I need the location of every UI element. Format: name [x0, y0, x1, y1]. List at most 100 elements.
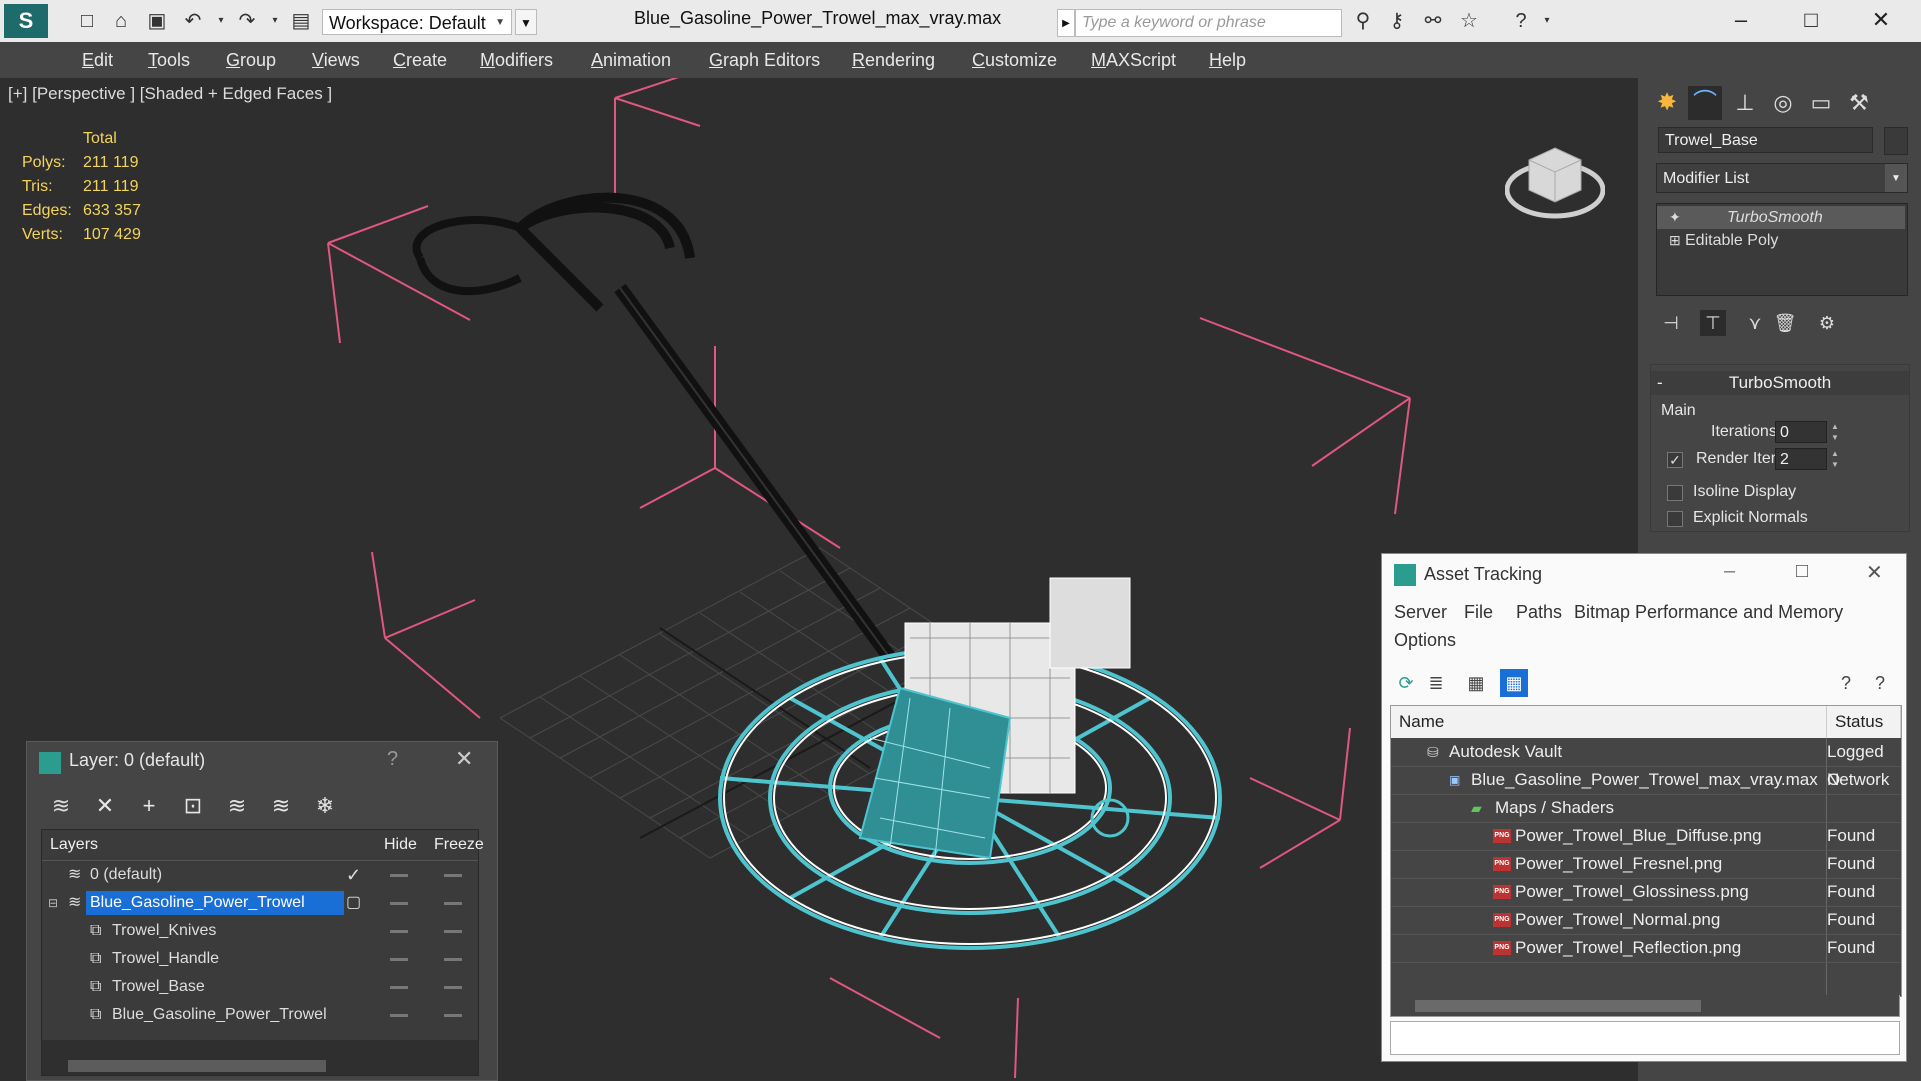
- column-header-name[interactable]: Name: [1391, 706, 1827, 738]
- render-iters-checkbox[interactable]: ✓: [1667, 452, 1683, 468]
- menu-tools[interactable]: Tools: [148, 50, 190, 71]
- workspace-select[interactable]: Workspace: Default ▼: [322, 9, 512, 35]
- spinner-arrows-icon[interactable]: ▲ ▼: [1829, 421, 1841, 443]
- select-layer-objects-icon[interactable]: ⊡: [179, 792, 207, 820]
- search-input[interactable]: [1075, 9, 1342, 37]
- menu-customize[interactable]: Customize: [972, 50, 1057, 71]
- pin-stack-icon[interactable]: ⊣: [1658, 310, 1684, 336]
- minimize-icon[interactable]: –: [1718, 4, 1764, 36]
- close-icon[interactable]: ✕: [455, 746, 473, 772]
- project-folder-icon[interactable]: ▤: [288, 8, 314, 34]
- menu-help[interactable]: Help: [1209, 50, 1246, 71]
- workspace-menu-icon[interactable]: ▼: [515, 9, 537, 35]
- menu-options[interactable]: Options: [1394, 630, 1456, 651]
- object-row[interactable]: ⧉ Trowel_Knives: [42, 917, 478, 945]
- vault-settings-icon[interactable]: ?: [1866, 669, 1894, 697]
- active-layer-check-icon[interactable]: ✓: [346, 861, 361, 889]
- hide-toggle[interactable]: [390, 986, 408, 989]
- minimize-icon[interactable]: –: [1724, 560, 1735, 583]
- search-expand-icon[interactable]: ▶: [1057, 9, 1075, 37]
- layer-scrollbar-thumb[interactable]: [68, 1060, 326, 1072]
- asset-row[interactable]: ▰ Maps / Shaders: [1391, 794, 1901, 823]
- refresh-icon[interactable]: ⟳: [1392, 669, 1420, 697]
- freeze-all-layers-icon[interactable]: ❄: [311, 792, 339, 820]
- hide-toggle[interactable]: [390, 902, 408, 905]
- menu-bitmap-performance[interactable]: Bitmap Performance and Memory: [1574, 602, 1843, 623]
- column-header-status[interactable]: Status: [1827, 706, 1901, 738]
- undo-icon[interactable]: ↶: [180, 8, 206, 34]
- key-icon[interactable]: ⚷: [1384, 8, 1410, 34]
- asset-row[interactable]: PNG Power_Trowel_Reflection.png Found: [1391, 934, 1901, 963]
- menu-file[interactable]: File: [1464, 602, 1493, 623]
- list-view-icon[interactable]: ≣: [1422, 669, 1450, 697]
- hide-toggle[interactable]: [390, 1014, 408, 1017]
- maximize-icon[interactable]: □: [1796, 560, 1808, 583]
- binoculars-icon[interactable]: ⚲: [1350, 8, 1376, 34]
- configure-sets-icon[interactable]: ⚙: [1814, 310, 1840, 336]
- column-header-layers[interactable]: Layers: [50, 830, 98, 860]
- hide-toggle[interactable]: [390, 958, 408, 961]
- set-active-icon[interactable]: ▢: [346, 889, 361, 917]
- layer-row[interactable]: ⊟ ≋ Blue_Gasoline_Power_Trowel ▢: [42, 889, 478, 917]
- help-button[interactable]: ?: [387, 748, 398, 771]
- close-icon[interactable]: ✕: [1858, 4, 1904, 36]
- remove-modifier-icon[interactable]: 🗑: [1772, 310, 1798, 336]
- make-unique-icon[interactable]: ⋎: [1742, 310, 1768, 336]
- layer-scrollbar-track[interactable]: [42, 1040, 478, 1075]
- modify-tab-icon[interactable]: ⌒: [1688, 86, 1722, 120]
- collapse-minus-icon[interactable]: ⊟: [48, 889, 58, 917]
- spinner-arrows-icon[interactable]: ▲ ▼: [1829, 448, 1841, 470]
- object-row[interactable]: ⧉ Trowel_Handle: [42, 945, 478, 973]
- expand-plus-icon[interactable]: ⊞: [1669, 229, 1681, 252]
- exchange-icon[interactable]: ⚯: [1420, 8, 1446, 34]
- hide-toggle[interactable]: [390, 930, 408, 933]
- object-row[interactable]: ⧉ Blue_Gasoline_Power_Trowel: [42, 1001, 478, 1029]
- asset-row[interactable]: PNG Power_Trowel_Fresnel.png Found: [1391, 850, 1901, 879]
- hide-all-layers-icon[interactable]: ≋: [267, 792, 295, 820]
- favorites-star-icon[interactable]: ☆: [1456, 8, 1482, 34]
- stack-item-editable-poly[interactable]: ⊞ Editable Poly: [1657, 229, 1905, 252]
- menu-graph-editors[interactable]: Graph Editors: [709, 50, 820, 71]
- asset-scrollbar-track[interactable]: [1390, 995, 1900, 1017]
- app-logo-icon[interactable]: S: [4, 4, 48, 38]
- add-to-layer-icon[interactable]: +: [135, 792, 163, 820]
- layer-row[interactable]: ≋ 0 (default) ✓: [42, 861, 478, 889]
- menu-group[interactable]: Group: [226, 50, 276, 71]
- highlight-selected-icon[interactable]: ≋: [223, 792, 251, 820]
- column-header-freeze[interactable]: Freeze: [434, 830, 484, 860]
- rollout-header[interactable]: - TurboSmooth: [1651, 371, 1909, 395]
- freeze-toggle[interactable]: [444, 986, 462, 989]
- table-view-icon[interactable]: ▦: [1500, 669, 1528, 697]
- isoline-display-checkbox[interactable]: [1667, 485, 1683, 501]
- menu-modifiers[interactable]: Modifiers: [480, 50, 553, 71]
- close-icon[interactable]: ✕: [1866, 560, 1883, 585]
- menu-create[interactable]: Create: [393, 50, 447, 71]
- freeze-toggle[interactable]: [444, 930, 462, 933]
- asset-row[interactable]: PNG Power_Trowel_Blue_Diffuse.png Found: [1391, 822, 1901, 851]
- object-name-field[interactable]: Trowel_Base: [1658, 127, 1873, 153]
- stack-item-turbosmooth[interactable]: ✦ TurboSmooth: [1657, 206, 1905, 229]
- column-header-hide[interactable]: Hide: [384, 830, 417, 860]
- tree-view-icon[interactable]: ▦: [1462, 669, 1490, 697]
- vault-help-icon[interactable]: ?: [1832, 669, 1860, 697]
- asset-row[interactable]: ▣ Blue_Gasoline_Power_Trowel_max_vray.ma…: [1391, 766, 1901, 795]
- save-file-icon[interactable]: ▣: [144, 8, 170, 34]
- redo-dropdown-icon[interactable]: ▾: [262, 8, 288, 34]
- menu-animation[interactable]: Animation: [591, 50, 671, 71]
- display-tab-icon[interactable]: ▭: [1804, 86, 1838, 120]
- freeze-toggle[interactable]: [444, 958, 462, 961]
- object-row[interactable]: ⧉ Trowel_Base: [42, 973, 478, 1001]
- create-tab-icon[interactable]: ✸: [1650, 86, 1684, 120]
- create-layer-icon[interactable]: ≋: [47, 792, 75, 820]
- delete-layer-icon[interactable]: ✕: [91, 792, 119, 820]
- modifier-list-dropdown[interactable]: Modifier List ▼: [1656, 163, 1908, 193]
- hide-toggle[interactable]: [390, 874, 408, 877]
- help-dropdown-icon[interactable]: ▾: [1534, 8, 1560, 34]
- menu-server[interactable]: Server: [1394, 602, 1447, 623]
- freeze-toggle[interactable]: [444, 1014, 462, 1017]
- object-color-swatch[interactable]: [1884, 127, 1908, 155]
- new-file-icon[interactable]: □: [74, 8, 100, 34]
- show-end-result-icon[interactable]: ⊤: [1700, 310, 1726, 336]
- hierarchy-tab-icon[interactable]: ⊥: [1728, 86, 1762, 120]
- render-iters-spinner[interactable]: 2: [1775, 448, 1827, 470]
